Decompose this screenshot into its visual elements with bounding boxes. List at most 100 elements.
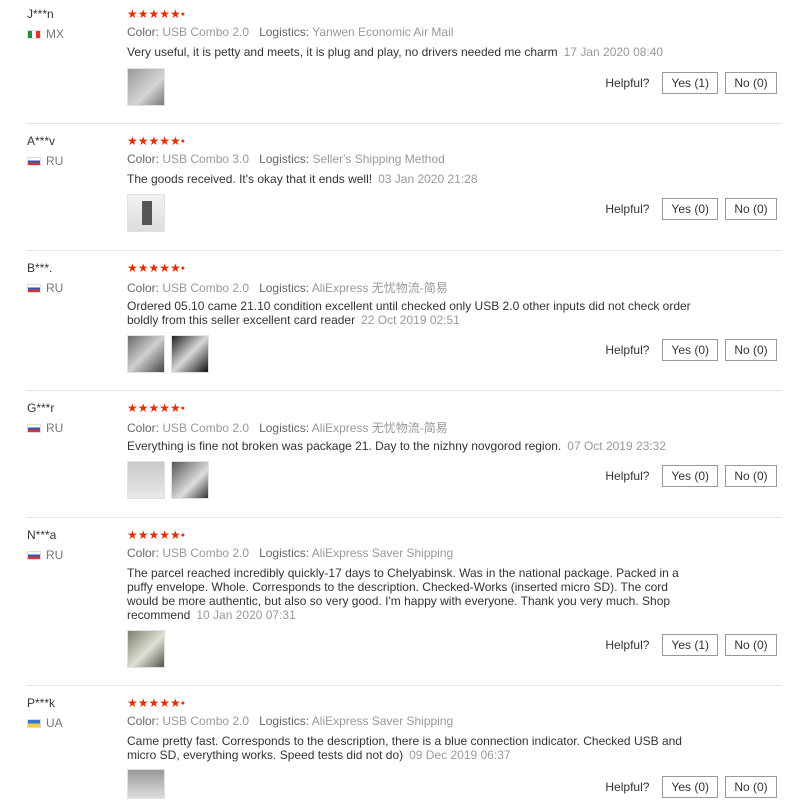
order-info: Color: USB Combo 2.0 Logistics: AliExpres…	[127, 546, 453, 560]
review-photo[interactable]	[171, 335, 209, 373]
review-divider	[26, 123, 782, 124]
stars-icon: ★★★★★	[127, 134, 181, 148]
logistics-value: AliExpress Saver Shipping	[311, 546, 454, 560]
star-rating: ★★★★★●	[127, 696, 186, 710]
review-date: 03 Jan 2020 21:28	[378, 172, 478, 186]
review-text: Came pretty fast. Corresponds to the des…	[127, 734, 697, 762]
color-label: Color:	[127, 714, 160, 728]
country-code: RU	[46, 281, 64, 295]
helpful-label: Helpful?	[605, 469, 650, 483]
flag-ru-icon	[27, 423, 41, 433]
helpful-vote: Helpful? Yes (0) No (0)	[605, 465, 777, 487]
review-photo[interactable]	[127, 68, 165, 106]
helpful-no-button[interactable]: No (0)	[725, 339, 777, 361]
review-text: The parcel reached incredibly quickly-17…	[127, 566, 697, 622]
color-label: Color:	[127, 152, 160, 166]
review-photo[interactable]	[127, 335, 165, 373]
star-rating: ★★★★★●	[127, 7, 186, 21]
review-text: Very useful, it is petty and meets, it i…	[127, 45, 697, 59]
review-photo[interactable]	[127, 194, 165, 232]
color-label: Color:	[127, 281, 160, 295]
logistics-label: Logistics:	[259, 281, 310, 295]
order-info: Color: USB Combo 2.0 Logistics: AliExpres…	[127, 714, 453, 728]
stars-icon: ★★★★★	[127, 401, 181, 415]
reviewer-country: RU	[27, 154, 63, 168]
reviewer-name: N***a	[27, 528, 57, 542]
helpful-yes-button[interactable]: Yes (0)	[662, 776, 718, 798]
country-code: MX	[46, 27, 64, 41]
helpful-vote: Helpful? Yes (0) No (0)	[605, 198, 777, 220]
helpful-no-button[interactable]: No (0)	[725, 776, 777, 798]
reviewer-country: UA	[27, 716, 63, 730]
color-label: Color:	[127, 25, 160, 39]
review-date: 10 Jan 2020 07:31	[196, 608, 296, 622]
flag-mx-icon	[27, 29, 41, 39]
review-body: Came pretty fast. Corresponds to the des…	[127, 734, 682, 762]
helpful-no-button[interactable]: No (0)	[725, 634, 777, 656]
review-photos	[127, 630, 165, 668]
helpful-label: Helpful?	[605, 780, 650, 794]
reviewer-country: RU	[27, 548, 63, 562]
helpful-yes-button[interactable]: Yes (0)	[662, 339, 718, 361]
review-body: The goods received. It's okay that it en…	[127, 172, 373, 186]
color-value: USB Combo 2.0	[162, 714, 250, 728]
stars-icon: ★★★★★	[127, 696, 181, 710]
logistics-value: Seller's Shipping Method	[312, 152, 445, 166]
logistics-label: Logistics:	[259, 25, 310, 39]
reviewer-name: A***v	[27, 134, 56, 148]
reviewer-country: RU	[27, 281, 63, 295]
reviewer-name: B***.	[27, 261, 53, 275]
logistics-label: Logistics:	[259, 714, 310, 728]
helpful-yes-button[interactable]: Yes (0)	[662, 465, 718, 487]
color-value: USB Combo 2.0	[162, 281, 250, 295]
star-rating: ★★★★★●	[127, 528, 186, 542]
order-info: Color: USB Combo 2.0 Logistics: AliExpres…	[127, 419, 448, 436]
reviewer-name: P***k	[27, 696, 56, 710]
review-photo[interactable]	[127, 630, 165, 668]
color-value: USB Combo 3.0	[162, 152, 250, 166]
helpful-yes-button[interactable]: Yes (1)	[662, 72, 718, 94]
country-code: UA	[46, 716, 63, 730]
country-code: RU	[46, 154, 64, 168]
review-text: The goods received. It's okay that it en…	[127, 172, 697, 186]
star-rating: ★★★★★●	[127, 401, 186, 415]
logistics-value: AliExpress 无忧物流-简易	[311, 281, 448, 295]
review-text: Ordered 05.10 came 21.10 condition excel…	[127, 299, 697, 327]
logistics-value: AliExpress Saver Shipping	[311, 714, 454, 728]
review-photos	[127, 461, 209, 499]
helpful-label: Helpful?	[605, 343, 650, 357]
helpful-no-button[interactable]: No (0)	[725, 72, 777, 94]
review-divider	[26, 685, 782, 686]
stars-icon: ★★★★★	[127, 528, 181, 542]
helpful-label: Helpful?	[605, 638, 650, 652]
helpful-no-button[interactable]: No (0)	[725, 465, 777, 487]
color-label: Color:	[127, 421, 160, 435]
logistics-value: Yanwen Economic Air Mail	[312, 25, 454, 39]
order-info: Color: USB Combo 3.0 Logistics: Seller's …	[127, 152, 445, 166]
color-value: USB Combo 2.0	[162, 546, 250, 560]
helpful-vote: Helpful? Yes (0) No (0)	[605, 776, 777, 798]
review-photo[interactable]	[171, 461, 209, 499]
reviewer-name: G***r	[27, 401, 55, 415]
helpful-yes-button[interactable]: Yes (1)	[662, 634, 718, 656]
review-date: 07 Oct 2019 23:32	[567, 439, 667, 453]
review-date: 09 Dec 2019 06:37	[409, 748, 511, 762]
helpful-no-button[interactable]: No (0)	[725, 198, 777, 220]
review-photos	[127, 68, 165, 106]
color-label: Color:	[127, 546, 160, 560]
logistics-label: Logistics:	[259, 152, 310, 166]
order-info: Color: USB Combo 2.0 Logistics: Yanwen Ec…	[127, 25, 453, 39]
helpful-vote: Helpful? Yes (0) No (0)	[605, 339, 777, 361]
star-rating: ★★★★★●	[127, 134, 186, 148]
helpful-yes-button[interactable]: Yes (0)	[662, 198, 718, 220]
color-value: USB Combo 2.0	[162, 421, 250, 435]
review-photo[interactable]	[127, 769, 165, 799]
stars-icon: ★★★★★	[127, 261, 181, 275]
review-photo[interactable]	[127, 461, 165, 499]
reviewer-country: MX	[27, 27, 64, 41]
review-photos	[127, 769, 165, 799]
helpful-label: Helpful?	[605, 202, 650, 216]
review-date: 22 Oct 2019 02:51	[361, 313, 460, 327]
flag-ua-icon	[27, 718, 41, 728]
reviewer-name: J***n	[27, 7, 54, 21]
